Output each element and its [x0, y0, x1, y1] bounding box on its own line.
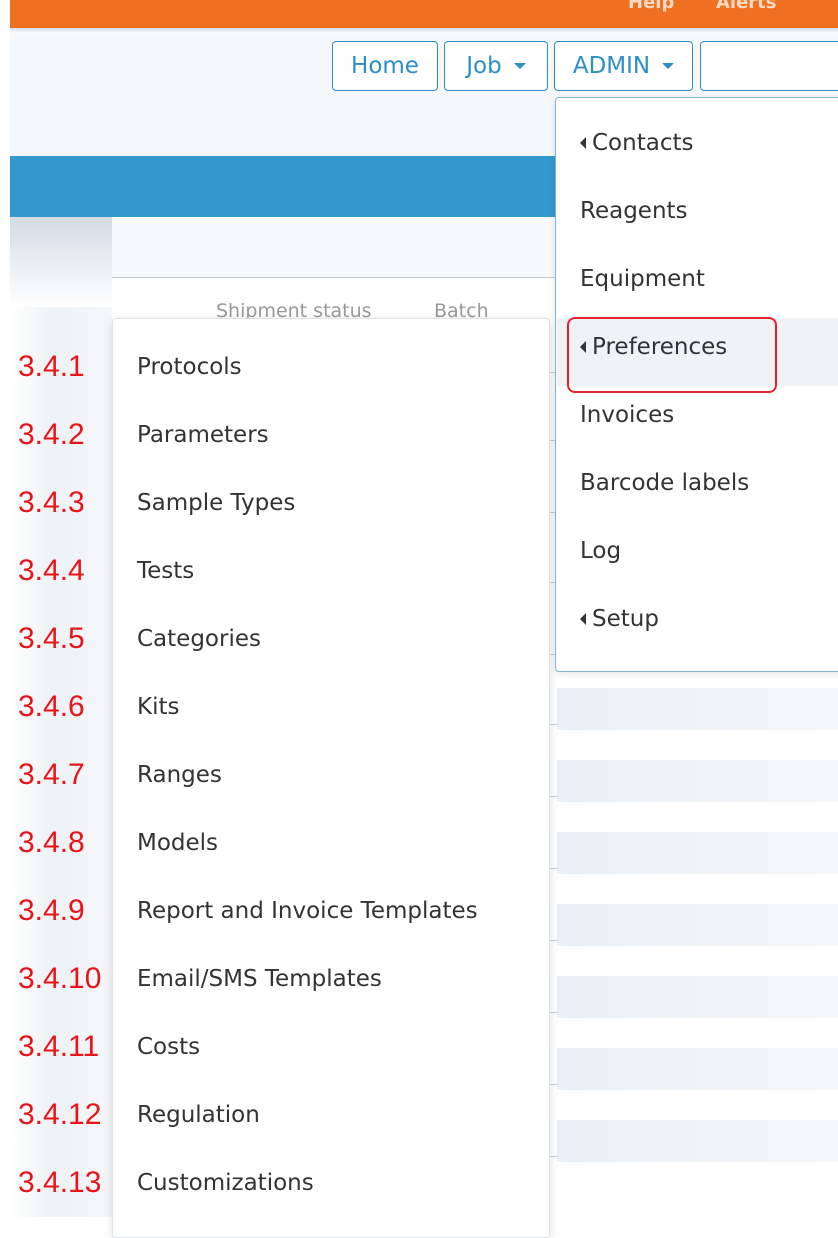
- admin-item-label: Barcode labels: [580, 470, 750, 496]
- admin-item-equipment[interactable]: Equipment: [580, 266, 705, 292]
- section-number: 3.4.5: [18, 622, 85, 655]
- help-link[interactable]: Help: [628, 0, 674, 13]
- submenu-item-tests[interactable]: Tests: [137, 558, 194, 584]
- submenu-item-protocols[interactable]: Protocols: [137, 354, 242, 380]
- admin-item-log[interactable]: Log: [580, 538, 621, 564]
- left-gutter-shadow: [10, 217, 112, 307]
- section-number: 3.4.11: [18, 1030, 100, 1063]
- row-divider: [549, 1012, 557, 1013]
- table-row: [557, 760, 838, 802]
- preferences-submenu: Protocols Parameters Sample Types Tests …: [112, 318, 550, 1238]
- caret-left-icon: [580, 137, 586, 149]
- alerts-link[interactable]: Alerts: [716, 0, 777, 13]
- admin-item-label: Invoices: [580, 402, 675, 428]
- annotation-highlight-box: [567, 317, 777, 393]
- chevron-down-icon: [513, 63, 526, 69]
- submenu-item-email-sms-templates[interactable]: Email/SMS Templates: [137, 966, 382, 992]
- submenu-item-report-invoice-templates[interactable]: Report and Invoice Templates: [137, 898, 478, 924]
- admin-item-reagents[interactable]: Reagents: [580, 198, 688, 224]
- submenu-item-ranges[interactable]: Ranges: [137, 762, 222, 788]
- section-number: 3.4.9: [18, 894, 85, 927]
- submenu-item-sample-types[interactable]: Sample Types: [137, 490, 295, 516]
- section-number: 3.4.8: [18, 826, 85, 859]
- section-number: 3.4.10: [18, 962, 102, 995]
- row-divider: [549, 940, 557, 941]
- submenu-item-regulation[interactable]: Regulation: [137, 1102, 260, 1128]
- submenu-item-costs[interactable]: Costs: [137, 1034, 200, 1060]
- submenu-item-parameters[interactable]: Parameters: [137, 422, 269, 448]
- section-number: 3.4.13: [18, 1166, 102, 1199]
- table-row: [557, 1048, 838, 1090]
- row-divider: [549, 868, 557, 869]
- admin-item-label: Contacts: [592, 130, 694, 156]
- row-divider: [549, 796, 557, 797]
- admin-item-contacts[interactable]: Contacts: [580, 130, 693, 156]
- admin-button-label: ADMIN: [572, 53, 651, 79]
- admin-item-label: Setup: [592, 606, 659, 632]
- admin-item-label: Equipment: [580, 266, 705, 292]
- row-divider: [549, 1084, 557, 1085]
- admin-item-invoices[interactable]: Invoices: [580, 402, 674, 428]
- table-row: [557, 832, 838, 874]
- job-menu-button[interactable]: Job: [444, 41, 548, 91]
- table-row: [557, 976, 838, 1018]
- admin-item-label: Log: [580, 538, 622, 564]
- section-number: 3.4.2: [18, 418, 85, 451]
- row-divider: [549, 724, 557, 725]
- admin-item-barcode-labels[interactable]: Barcode labels: [580, 470, 749, 496]
- caret-left-icon: [580, 613, 586, 625]
- home-button-label: Home: [351, 53, 419, 79]
- admin-item-label: Reagents: [580, 198, 688, 224]
- top-links: Help Alerts: [620, 0, 838, 14]
- submenu-item-models[interactable]: Models: [137, 830, 218, 856]
- section-number: 3.4.12: [18, 1098, 102, 1131]
- row-divider: [549, 1156, 557, 1157]
- submenu-item-categories[interactable]: Categories: [137, 626, 261, 652]
- chevron-down-icon: [662, 63, 675, 69]
- admin-menu-button[interactable]: ADMIN: [554, 41, 693, 91]
- section-number: 3.4.3: [18, 486, 85, 519]
- section-number: 3.4.1: [18, 350, 85, 383]
- table-row: [557, 688, 838, 730]
- submenu-item-customizations[interactable]: Customizations: [137, 1170, 314, 1196]
- job-button-label: Job: [466, 53, 502, 79]
- home-button[interactable]: Home: [332, 41, 438, 91]
- section-number: 3.4.6: [18, 690, 85, 723]
- table-row: [557, 904, 838, 946]
- search-input[interactable]: [700, 41, 838, 91]
- table-row: [557, 1120, 838, 1162]
- section-number: 3.4.4: [18, 554, 85, 587]
- admin-item-setup[interactable]: Setup: [580, 606, 659, 632]
- section-number: 3.4.7: [18, 758, 85, 791]
- submenu-item-kits[interactable]: Kits: [137, 694, 179, 720]
